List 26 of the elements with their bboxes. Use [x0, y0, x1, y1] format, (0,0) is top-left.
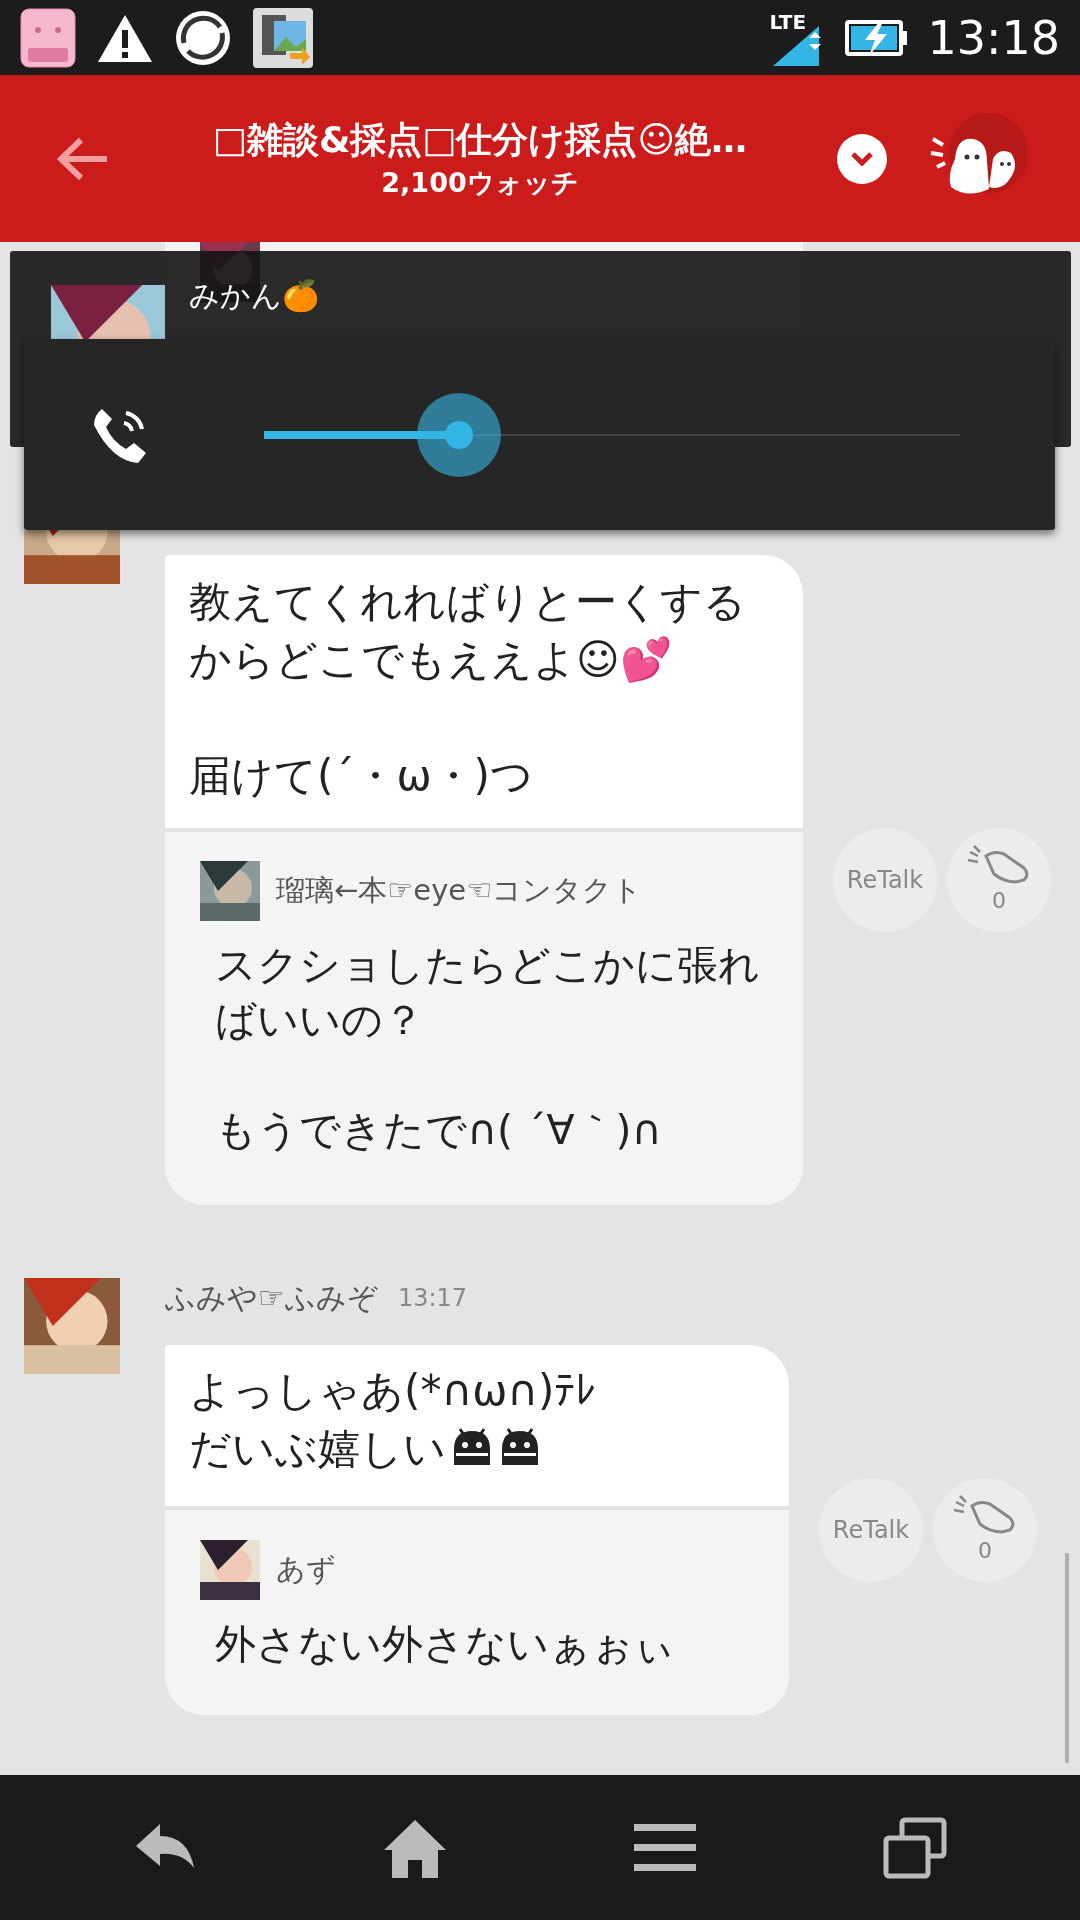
sync-icon	[174, 8, 232, 67]
app-notification-icon	[20, 7, 76, 68]
retalk-button[interactable]: ReTalk	[819, 1478, 923, 1582]
chevron-down-icon	[850, 150, 874, 167]
quote-text: 外さない外さないぁぉぃ	[215, 1619, 676, 1670]
author-name: ふみや☞ふみぞ	[165, 1280, 378, 1316]
clap-button[interactable]: 0	[933, 1478, 1037, 1582]
battery-charging-icon	[843, 17, 910, 58]
network-type: LTE	[769, 11, 807, 32]
gallery-icon	[252, 6, 314, 69]
quote-text: もうできたで∩( ´∀｀)∩	[215, 1105, 663, 1156]
quote-author: 瑠璃←本☞eye☜コンタクト	[276, 872, 643, 910]
clock-time: 13:18	[927, 14, 1060, 61]
message-text: だいぶ嬉しい	[189, 1420, 779, 1478]
quote-author: あず	[276, 1551, 336, 1589]
watch-count: 2,100ウォッチ	[381, 166, 579, 200]
message-time: 13:17	[397, 1283, 468, 1314]
message-text: よっしゃあ(*∩ω∩)ﾃﾚ	[189, 1365, 598, 1417]
message-text: 教えてくれればりとーくするからどこでもええよ☺💕	[189, 576, 747, 686]
message-text: 届けて(´・ω・)つ	[189, 750, 534, 802]
quote-text: スクショしたらどこかに張ればいいの？	[215, 940, 760, 1046]
notification-sender: みかん🍊	[189, 277, 319, 315]
clap-button[interactable]: 0	[947, 828, 1051, 932]
thread-title: □雑談&採点□仕分け採点☺絶…	[213, 118, 747, 163]
retalk-button[interactable]: ReTalk	[833, 828, 937, 932]
dropdown-button[interactable]	[837, 133, 887, 184]
